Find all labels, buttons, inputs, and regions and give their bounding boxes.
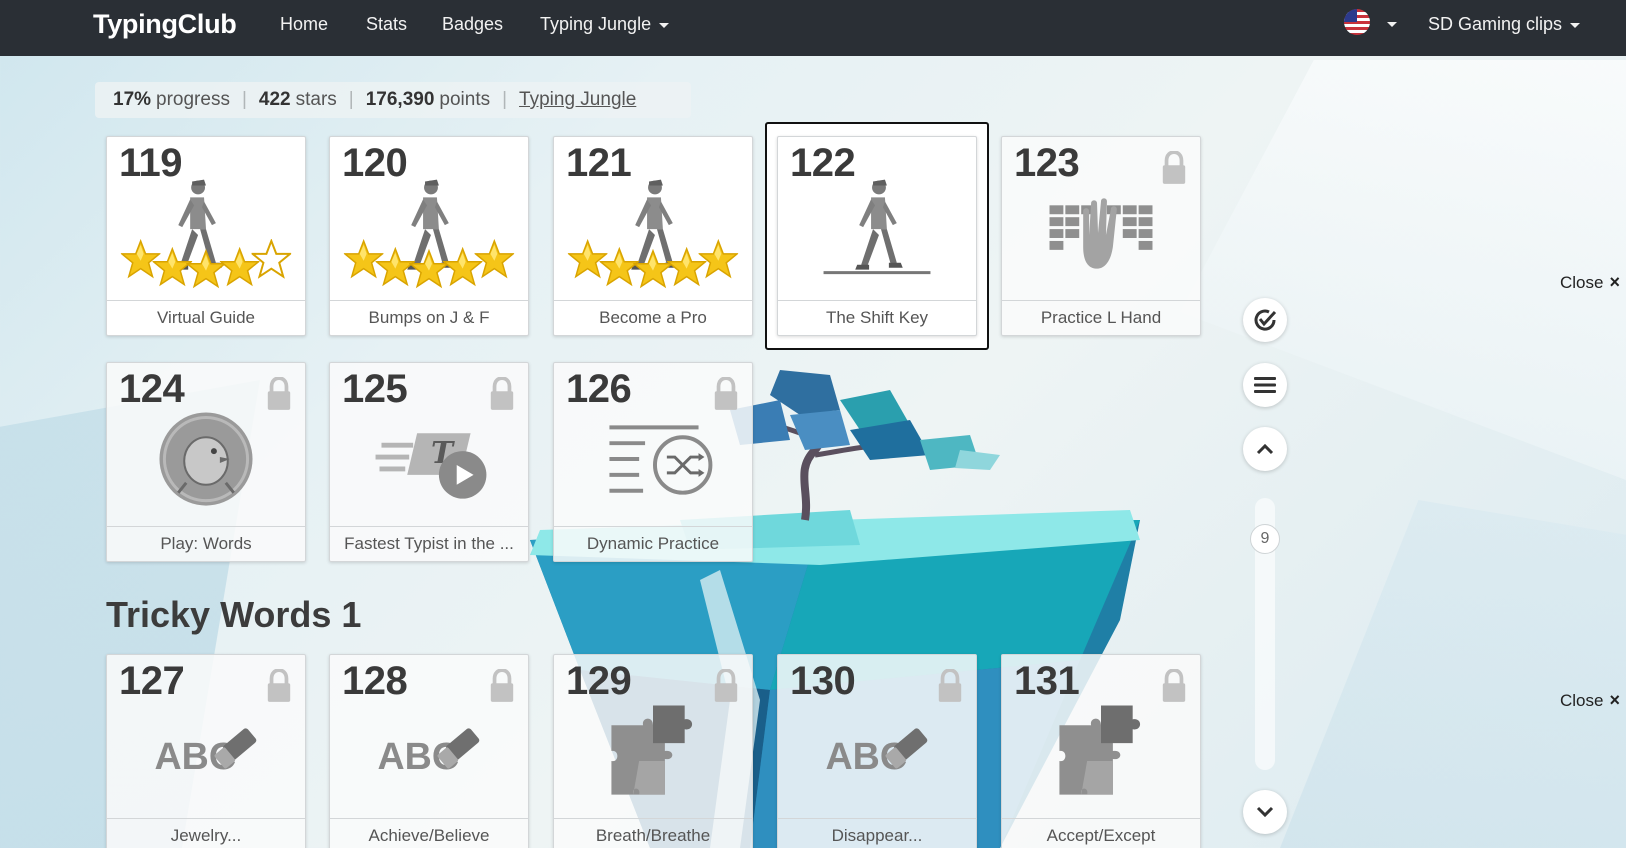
lesson-label: Become a Pro [554,300,752,335]
eraser-text-icon: ABC [826,728,928,777]
stars-count: 422 [258,89,291,110]
nav-stats[interactable]: Stats [366,14,407,35]
chevron-down-icon [1570,22,1581,28]
points-label: points [439,89,491,110]
close-label: Close [1560,273,1604,292]
level-indicator[interactable]: 9 [1250,524,1280,554]
chevron-up-icon [1256,443,1274,455]
shuffle-text-icon [609,425,713,495]
chevron-down-icon [659,22,670,28]
lesson-label: Jewelry... [107,818,305,848]
scroll-up-button[interactable] [1243,427,1287,471]
lesson-card-123[interactable]: 123 Practice L Hand [1001,136,1201,336]
walking-person-icon [823,179,931,275]
check-circle-icon [1254,309,1277,331]
lesson-card-121[interactable]: 121 Become a Pro [553,136,753,336]
progress-summary: 17% progress | 422 stars | 176,390 point… [95,82,691,118]
close-icon: × [1609,690,1620,710]
check-progress-button[interactable] [1243,298,1287,342]
lesson-card-129[interactable]: 129 Breath/Breathe [553,654,753,848]
chevron-down-icon[interactable] [1387,22,1397,27]
hamburger-menu-icon [1254,377,1276,393]
lesson-label: Play: Words [107,526,305,561]
progress-percent: 17% [113,89,152,110]
lesson-card-130[interactable]: 130 ABC Disappear... [777,654,977,848]
nav-badges[interactable]: Badges [442,14,503,35]
points-count: 176,390 [365,89,435,110]
lesson-label: Accept/Except [1002,818,1200,848]
eraser-text-icon: ABC [378,728,480,777]
lesson-card-126[interactable]: 126 Dynamic Practice [553,362,753,562]
background-shape [1280,500,1626,848]
stars-label: stars [295,89,337,110]
scroll-down-button[interactable] [1243,790,1287,834]
walking-person-icon [568,179,738,288]
background-shape [1180,60,1626,480]
puzzle-icon [1059,705,1141,795]
lesson-card-131[interactable]: 131 Accept/Except [1001,654,1201,848]
user-menu[interactable]: SD Gaming clips [1428,14,1581,35]
walking-person-icon [121,179,292,288]
lesson-label: Practice L Hand [1002,300,1200,335]
lesson-label: Achieve/Believe [330,818,528,848]
brand-logo[interactable]: TypingClub [93,9,237,40]
keyboard-hand-icon [1049,198,1153,269]
chevron-down-icon [1256,806,1274,818]
lesson-card-128[interactable]: 128 ABC Achieve/Believe [329,654,529,848]
lesson-label: Fastest Typist in the ... [330,526,528,561]
nav-typing-jungle-label: Typing Jungle [540,14,652,34]
lesson-card-125[interactable]: 125 T Fastest Typist in the ... [329,362,529,562]
us-flag-icon[interactable] [1344,9,1370,35]
lesson-label: Breath/Breathe [554,818,752,848]
speed-typing-icon: T [375,433,487,499]
game-character-icon [159,412,253,506]
nav-home[interactable]: Home [280,14,328,35]
menu-button[interactable] [1243,363,1287,407]
typing-jungle-link[interactable]: Typing Jungle [519,89,636,111]
close-icon: × [1609,272,1620,292]
lesson-label: The Shift Key [778,300,976,335]
lesson-card-122[interactable]: 122 The Shift Key [777,136,977,336]
lesson-label: Virtual Guide [107,300,305,335]
lesson-card-119[interactable]: 119 Virtual Guide [106,136,306,336]
lesson-label: Bumps on J & F [330,300,528,335]
user-name: SD Gaming clips [1428,14,1563,34]
eraser-text-icon: ABC [155,728,257,777]
lesson-card-120[interactable]: 120 Bumps on J & F [329,136,529,336]
lesson-label: Dynamic Practice [554,526,752,561]
nav-typing-jungle-dropdown[interactable]: Typing Jungle [540,14,670,35]
lesson-card-127[interactable]: 127 ABC Jewelry... [106,654,306,848]
section-title: Tricky Words 1 [106,594,362,635]
progress-label: progress [156,89,230,110]
puzzle-icon [611,705,693,795]
lesson-label: Disappear... [778,818,976,848]
walking-person-icon [344,179,514,288]
close-button[interactable]: Close × [1560,690,1620,711]
lesson-card-124[interactable]: 124 Play: Words [106,362,306,562]
close-button[interactable]: Close × [1560,272,1620,293]
close-label: Close [1560,691,1604,710]
top-navbar: TypingClub Home Stats Badges Typing Jung… [0,0,1626,56]
